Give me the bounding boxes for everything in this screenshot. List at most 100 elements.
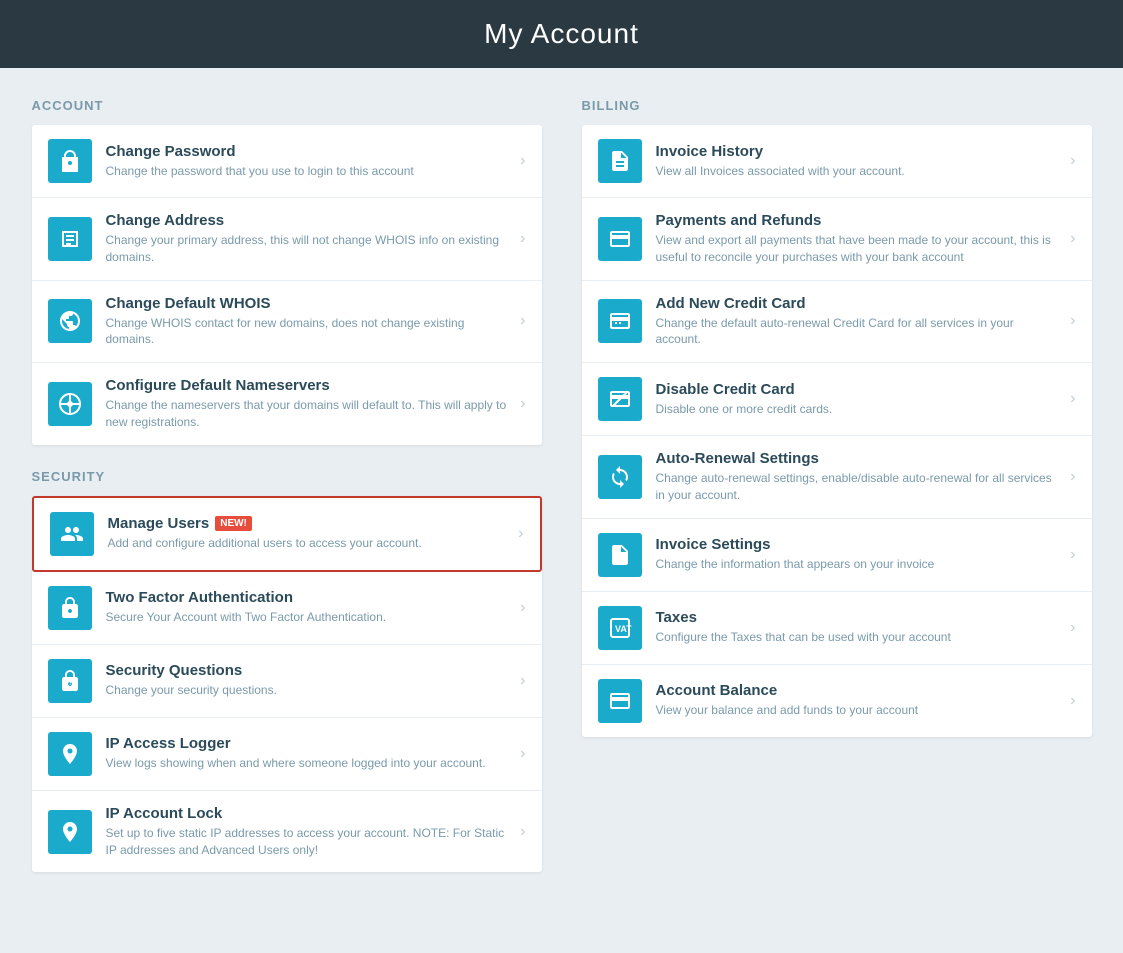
disable-credit-card-title: Disable Credit Card (656, 381, 1061, 398)
billing-card-list: Invoice History View all Invoices associ… (582, 125, 1092, 737)
disable-credit-card-arrow: › (1070, 390, 1075, 408)
disable-credit-card-desc: Disable one or more credit cards. (656, 401, 1061, 418)
page-header: My Account (0, 0, 1123, 68)
disable-credit-card-text: Disable Credit Card Disable one or more … (656, 381, 1061, 418)
change-whois-desc: Change WHOIS contact for new domains, do… (106, 315, 511, 349)
add-credit-card-title: Add New Credit Card (656, 295, 1061, 312)
left-column: ACCOUNT Change Password Change the passw… (32, 98, 542, 896)
configure-nameservers-arrow: › (520, 395, 525, 413)
payments-refunds-desc: View and export all payments that have b… (656, 232, 1061, 266)
account-balance-text: Account Balance View your balance and ad… (656, 682, 1061, 719)
account-balance-item[interactable]: Account Balance View your balance and ad… (582, 665, 1092, 737)
auto-renewal-desc: Change auto-renewal settings, enable/dis… (656, 470, 1061, 504)
change-whois-text: Change Default WHOIS Change WHOIS contac… (106, 295, 511, 349)
manage-users-item[interactable]: Manage Users New! Add and configure addi… (32, 496, 542, 572)
manage-users-title: Manage Users New! (108, 515, 509, 532)
change-address-desc: Change your primary address, this will n… (106, 232, 511, 266)
auto-renewal-text: Auto-Renewal Settings Change auto-renewa… (656, 450, 1061, 504)
change-address-icon (48, 217, 92, 261)
invoice-history-text: Invoice History View all Invoices associ… (656, 143, 1061, 180)
taxes-arrow: › (1070, 619, 1075, 637)
taxes-title: Taxes (656, 609, 1061, 626)
change-password-arrow: › (520, 152, 525, 170)
right-column: BILLING Invoice History View all Invoice… (582, 98, 1092, 896)
auto-renewal-icon (598, 455, 642, 499)
account-section-title: ACCOUNT (32, 98, 542, 113)
billing-section: BILLING Invoice History View all Invoice… (582, 98, 1092, 737)
change-password-title: Change Password (106, 143, 511, 160)
ip-access-logger-title: IP Access Logger (106, 735, 511, 752)
two-factor-desc: Secure Your Account with Two Factor Auth… (106, 609, 511, 626)
disable-credit-card-item[interactable]: Disable Credit Card Disable one or more … (582, 363, 1092, 436)
ip-access-logger-text: IP Access Logger View logs showing when … (106, 735, 511, 772)
invoice-settings-text: Invoice Settings Change the information … (656, 536, 1061, 573)
invoice-settings-item[interactable]: Invoice Settings Change the information … (582, 519, 1092, 592)
two-factor-item[interactable]: Two Factor Authentication Secure Your Ac… (32, 572, 542, 645)
security-questions-icon: ? (48, 659, 92, 703)
billing-section-title: BILLING (582, 98, 1092, 113)
two-factor-title: Two Factor Authentication (106, 589, 511, 606)
two-factor-icon (48, 586, 92, 630)
change-password-text: Change Password Change the password that… (106, 143, 511, 180)
manage-users-icon (50, 512, 94, 556)
invoice-settings-desc: Change the information that appears on y… (656, 556, 1061, 573)
security-card-list: Manage Users New! Add and configure addi… (32, 496, 542, 873)
ip-account-lock-desc: Set up to five static IP addresses to ac… (106, 825, 511, 859)
payments-refunds-text: Payments and Refunds View and export all… (656, 212, 1061, 266)
new-badge: New! (215, 516, 252, 531)
invoice-history-desc: View all Invoices associated with your a… (656, 163, 1061, 180)
ip-access-logger-desc: View logs showing when and where someone… (106, 755, 511, 772)
security-questions-text: Security Questions Change your security … (106, 662, 511, 699)
payments-refunds-title: Payments and Refunds (656, 212, 1061, 229)
ip-access-logger-arrow: › (520, 745, 525, 763)
ip-account-lock-arrow: › (520, 823, 525, 841)
change-whois-title: Change Default WHOIS (106, 295, 511, 312)
change-address-title: Change Address (106, 212, 511, 229)
change-address-arrow: › (520, 230, 525, 248)
configure-nameservers-text: Configure Default Nameservers Change the… (106, 377, 511, 431)
security-questions-item[interactable]: ? Security Questions Change your securit… (32, 645, 542, 718)
invoice-history-item[interactable]: Invoice History View all Invoices associ… (582, 125, 1092, 198)
invoice-settings-title: Invoice Settings (656, 536, 1061, 553)
auto-renewal-item[interactable]: Auto-Renewal Settings Change auto-renewa… (582, 436, 1092, 519)
taxes-text: Taxes Configure the Taxes that can be us… (656, 609, 1061, 646)
change-whois-arrow: › (520, 312, 525, 330)
change-password-icon (48, 139, 92, 183)
configure-nameservers-item[interactable]: Configure Default Nameservers Change the… (32, 363, 542, 445)
ip-access-logger-icon (48, 732, 92, 776)
change-address-item[interactable]: Change Address Change your primary addre… (32, 198, 542, 281)
svg-text:?: ? (68, 678, 73, 687)
change-password-desc: Change the password that you use to logi… (106, 163, 511, 180)
account-balance-title: Account Balance (656, 682, 1061, 699)
security-section: SECURITY Manage Users New! Add and confi… (32, 469, 542, 873)
ip-account-lock-item[interactable]: IP Account Lock Set up to five static IP… (32, 791, 542, 873)
add-credit-card-icon (598, 299, 642, 343)
add-credit-card-item[interactable]: Add New Credit Card Change the default a… (582, 281, 1092, 364)
add-credit-card-desc: Change the default auto-renewal Credit C… (656, 315, 1061, 349)
configure-nameservers-title: Configure Default Nameservers (106, 377, 511, 394)
change-whois-item[interactable]: Change Default WHOIS Change WHOIS contac… (32, 281, 542, 364)
change-password-item[interactable]: Change Password Change the password that… (32, 125, 542, 198)
add-credit-card-text: Add New Credit Card Change the default a… (656, 295, 1061, 349)
security-section-title: SECURITY (32, 469, 542, 484)
taxes-item[interactable]: VAT Taxes Configure the Taxes that can b… (582, 592, 1092, 665)
account-section: ACCOUNT Change Password Change the passw… (32, 98, 542, 445)
security-questions-arrow: › (520, 672, 525, 690)
ip-access-logger-item[interactable]: IP Access Logger View logs showing when … (32, 718, 542, 791)
account-balance-desc: View your balance and add funds to your … (656, 702, 1061, 719)
configure-nameservers-desc: Change the nameservers that your domains… (106, 397, 511, 431)
taxes-desc: Configure the Taxes that can be used wit… (656, 629, 1061, 646)
taxes-icon: VAT (598, 606, 642, 650)
disable-credit-card-icon (598, 377, 642, 421)
main-content: ACCOUNT Change Password Change the passw… (12, 68, 1112, 926)
invoice-history-icon (598, 139, 642, 183)
ip-account-lock-icon (48, 810, 92, 854)
security-questions-title: Security Questions (106, 662, 511, 679)
payments-refunds-item[interactable]: Payments and Refunds View and export all… (582, 198, 1092, 281)
payments-refunds-arrow: › (1070, 230, 1075, 248)
change-whois-icon (48, 299, 92, 343)
auto-renewal-arrow: › (1070, 468, 1075, 486)
invoice-settings-icon (598, 533, 642, 577)
svg-text:VAT: VAT (615, 624, 632, 634)
invoice-settings-arrow: › (1070, 546, 1075, 564)
